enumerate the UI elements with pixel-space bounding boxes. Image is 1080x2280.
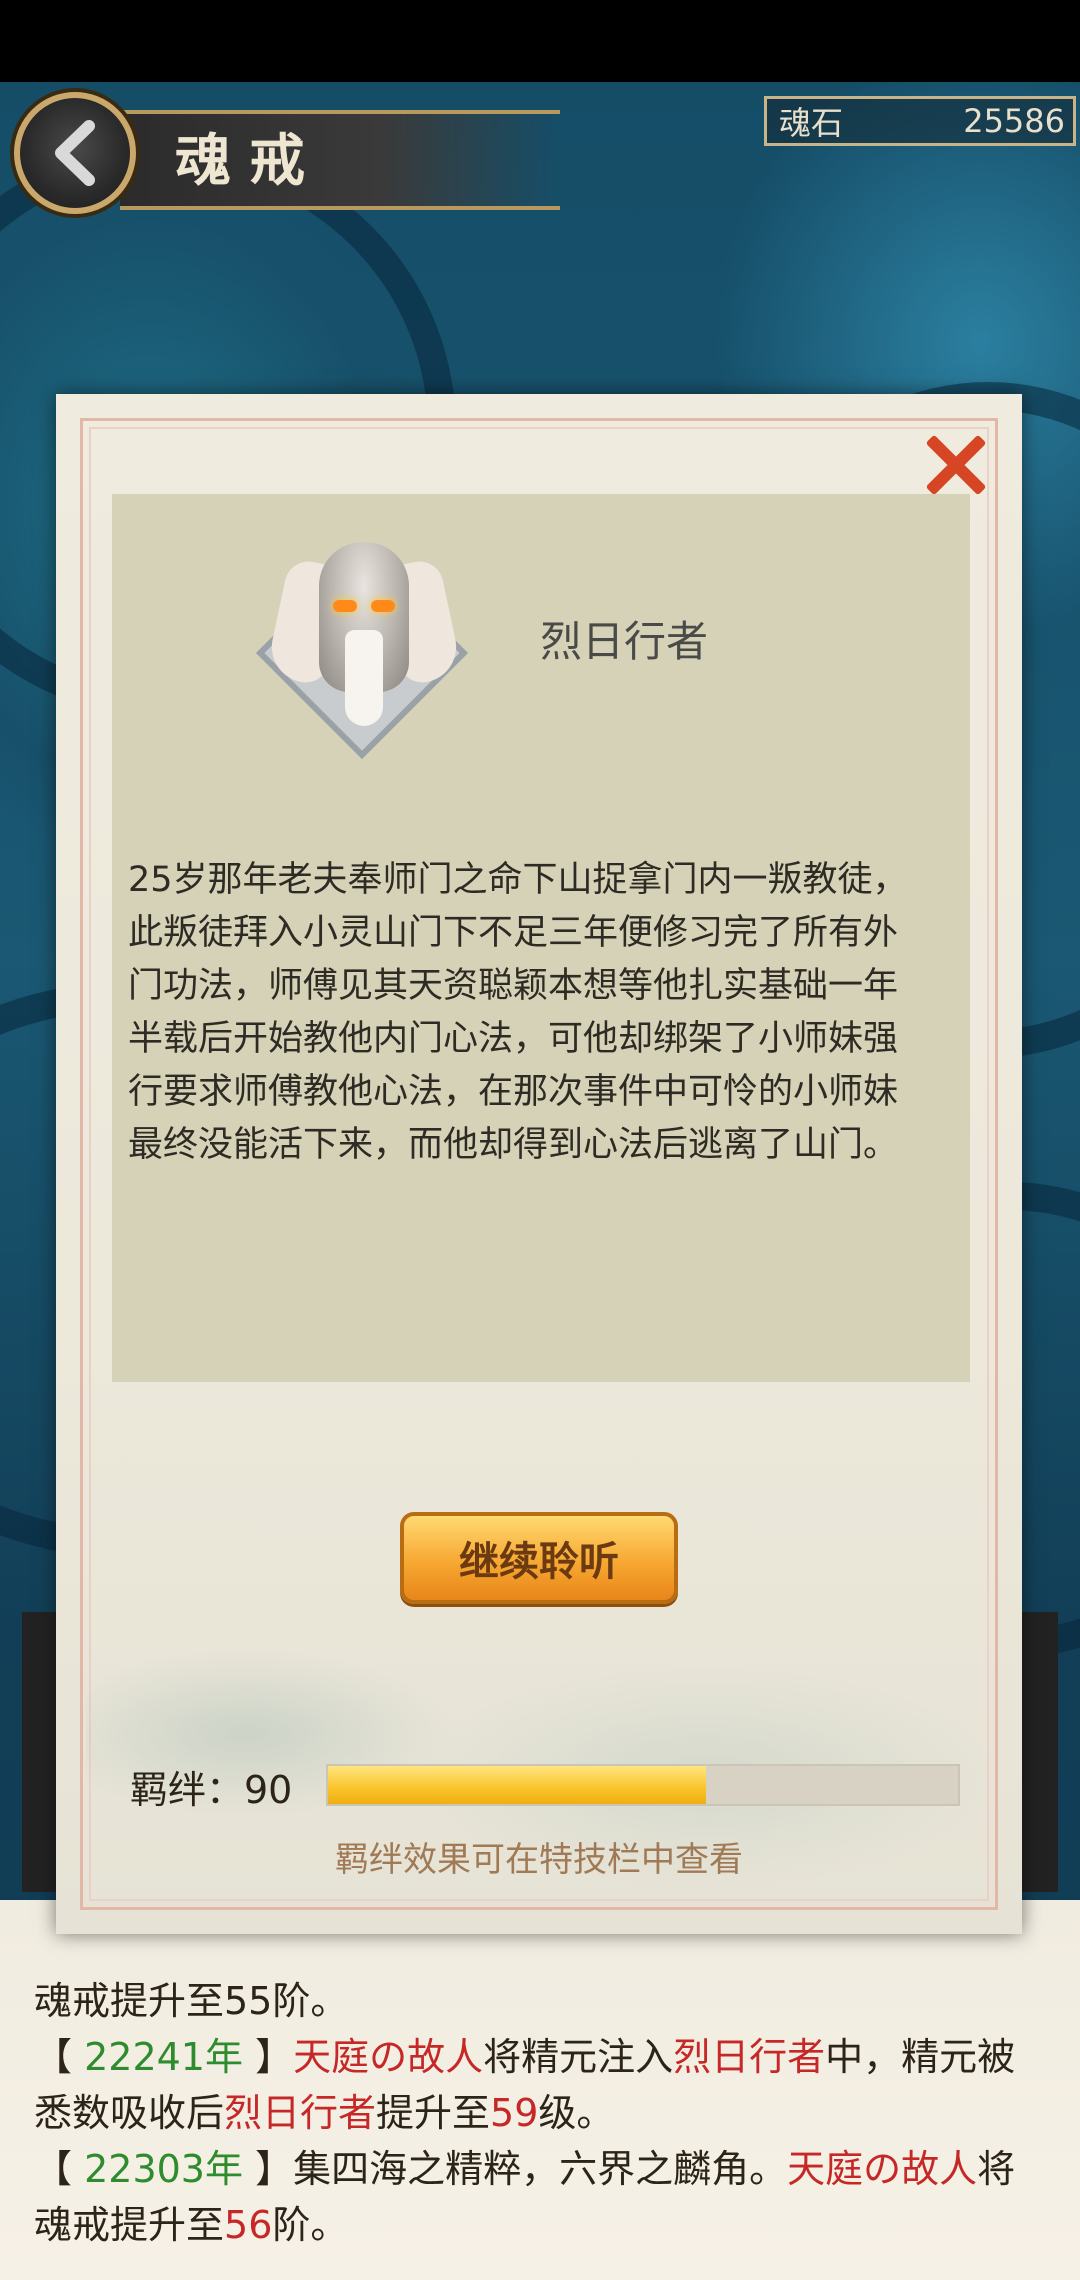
story-dialog: 烈日行者 25岁那年老夫奉师门之命下山捉拿门内一叛教徒，此叛徒拜入小灵山门下不足… <box>56 394 1022 1934</box>
bond-progress-bar <box>326 1764 960 1806</box>
log-line: 【 22241年 】天庭の故人将精元注入烈日行者中，精元被 <box>34 2035 1016 2079</box>
event-log: 魂戒提升至55阶。 【 22241年 】天庭の故人将精元注入烈日行者中，精元被 … <box>0 1900 1080 2280</box>
continue-listening-button[interactable]: 继续聆听 <box>400 1512 678 1604</box>
page-title: 魂戒 <box>175 128 323 194</box>
top-bar: 魂戒 魂石 25586 <box>0 82 1080 232</box>
log-line: 魂戒提升至56阶。 <box>34 2203 349 2247</box>
currency-display: 魂石 25586 <box>764 96 1076 146</box>
chevron-left-icon <box>55 120 95 186</box>
story-text: 25岁那年老夫奉师门之命下山捉拿门内一叛教徒，此叛徒拜入小灵山门下不足三年便修习… <box>128 860 908 1165</box>
currency-label: 魂石 <box>779 104 844 142</box>
close-button[interactable] <box>920 430 988 498</box>
status-bar <box>0 0 1080 82</box>
back-button[interactable] <box>14 92 136 214</box>
bond-progress-fill <box>328 1766 706 1804</box>
log-line: 魂戒提升至55阶。 <box>34 1979 349 2023</box>
bond-note: 羁绊效果可在特技栏中查看 <box>335 1840 743 1880</box>
log-line: 【 22303年 】集四海之精粹，六界之麟角。天庭の故人将 <box>34 2147 1016 2191</box>
bond-label: 羁绊：90 <box>130 1768 293 1812</box>
log-line: 悉数吸收后烈日行者提升至59级。 <box>34 2091 615 2135</box>
character-name: 烈日行者 <box>540 617 709 666</box>
currency-value: 25586 <box>963 102 1065 140</box>
character-portrait <box>255 538 469 760</box>
story-panel: 烈日行者 25岁那年老夫奉师门之命下山捉拿门内一叛教徒，此叛徒拜入小灵山门下不足… <box>112 494 970 1382</box>
